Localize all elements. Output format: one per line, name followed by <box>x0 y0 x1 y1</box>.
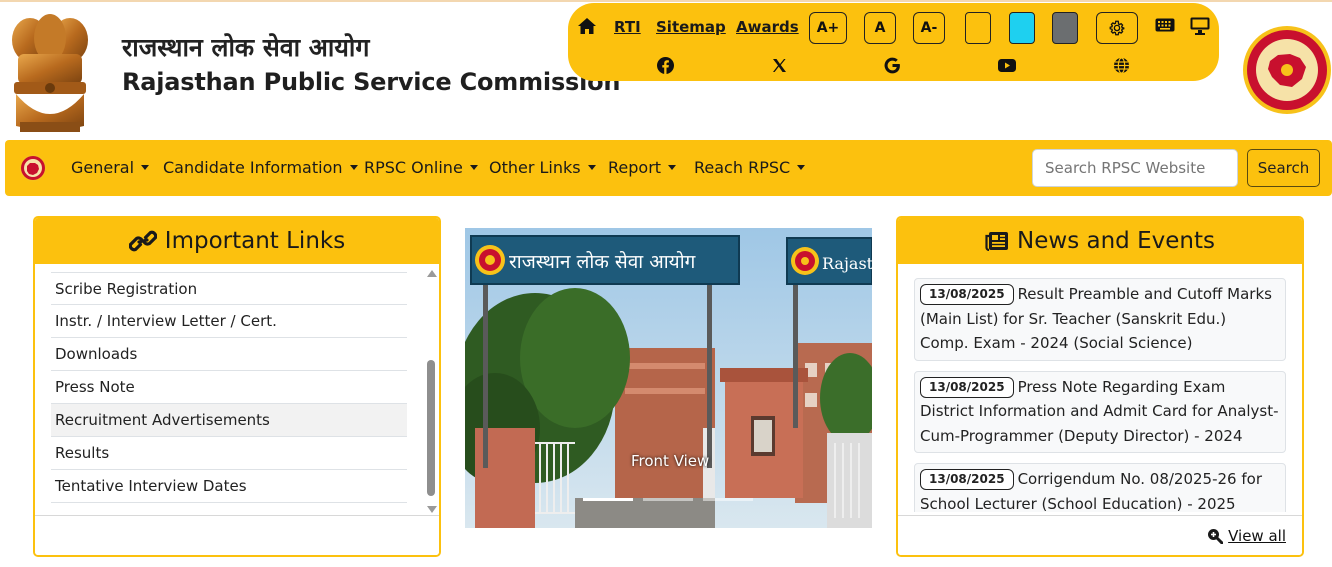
important-link-item[interactable]: Downloads <box>51 338 407 371</box>
font-reset-button[interactable]: A <box>864 12 896 44</box>
nav-candidate-information[interactable]: Candidate Information <box>163 158 358 177</box>
link-icon <box>128 230 157 252</box>
rpsc-seal-logo <box>1243 26 1331 114</box>
slider-caption: Front View <box>631 452 710 470</box>
sign-text-english: Rajasthan <box>822 254 872 273</box>
image-slider[interactable]: राजस्थान लोक सेवा आयोग Rajasthan Front V… <box>465 228 872 528</box>
news-events-title: News and Events <box>1017 228 1215 254</box>
chevron-down-icon <box>797 165 806 170</box>
search-button[interactable]: Search <box>1247 149 1320 187</box>
search-plus-icon <box>1208 529 1224 544</box>
slider-indicators[interactable] <box>583 498 753 501</box>
important-links-header: Important Links <box>35 218 439 264</box>
nav-report[interactable]: Report <box>608 158 677 177</box>
nav-report-label: Report <box>608 158 662 177</box>
national-emblem-logo <box>12 14 88 132</box>
news-date-badge: 13/08/2025 <box>920 376 1014 398</box>
important-link-item[interactable]: Instr. / Interview Letter / Cert. <box>51 305 407 338</box>
chevron-down-icon <box>587 165 596 170</box>
important-links-footer <box>35 515 439 555</box>
news-list: 13/08/2025 Result Preamble and Cutoff Mar… <box>914 278 1286 512</box>
news-item[interactable]: 13/08/2025 Result Preamble and Cutoff Mar… <box>914 278 1286 361</box>
scroll-down-arrow[interactable] <box>427 506 437 513</box>
site-title-hindi: राजस्थान लोक सेवा आयोग <box>122 33 370 62</box>
news-item[interactable]: 13/08/2025 Press Note Regarding Exam Dist… <box>914 370 1286 453</box>
theme-gray-swatch[interactable] <box>1052 12 1078 44</box>
site-title-english: Rajasthan Public Service Commission <box>122 68 621 96</box>
news-date-badge: 13/08/2025 <box>920 469 1014 490</box>
important-link-item[interactable]: Scribe Registration <box>51 272 407 305</box>
rti-link[interactable]: RTI <box>614 18 641 36</box>
important-links-title: Important Links <box>164 228 346 254</box>
rpsc-building-photo: राजस्थान लोक सेवा आयोग Rajasthan <box>465 228 872 528</box>
main-navbar: General Candidate Information RPSC Onlin… <box>5 140 1332 196</box>
sitemap-link[interactable]: Sitemap <box>656 18 726 36</box>
news-events-footer: View all <box>898 515 1302 555</box>
important-link-item[interactable]: Press Note <box>51 371 407 404</box>
news-date-badge: 13/08/2025 <box>920 284 1014 305</box>
chevron-down-icon <box>141 165 150 170</box>
chevron-down-icon <box>349 165 358 170</box>
news-events-card: News and Events 13/08/2025 Result Preambl… <box>896 216 1304 557</box>
important-link-item[interactable]: Tentative Interview Dates <box>51 470 407 503</box>
monitor-icon[interactable] <box>1190 17 1210 35</box>
nav-reach-rpsc-label: Reach RPSC <box>694 158 791 177</box>
view-all-link[interactable]: View all <box>1207 527 1286 545</box>
sign-text-hindi: राजस्थान लोक सेवा आयोग <box>509 250 696 273</box>
nav-general-label: General <box>71 158 135 177</box>
x-icon[interactable] <box>772 58 787 73</box>
search-input[interactable] <box>1032 149 1238 187</box>
nav-rpsc-online-label: RPSC Online <box>364 158 463 177</box>
nav-other-links-label: Other Links <box>489 158 581 177</box>
important-links-card: Important Links Scribe Registration Inst… <box>33 216 441 557</box>
keyboard-icon[interactable] <box>1155 18 1175 32</box>
theme-yellow-swatch[interactable] <box>965 12 991 44</box>
news-item[interactable]: 13/08/2025 Corrigendum No. 08/2025-26 for… <box>914 463 1286 512</box>
awards-link[interactable]: Awards <box>736 18 799 36</box>
google-icon[interactable] <box>884 57 901 74</box>
nav-reach-rpsc[interactable]: Reach RPSC <box>694 158 806 177</box>
chevron-down-icon <box>668 165 677 170</box>
nav-rpsc-online[interactable]: RPSC Online <box>364 158 478 177</box>
accessibility-toolbar: RTI Sitemap Awards A+ A A- <box>568 3 1219 81</box>
newspaper-icon <box>985 232 1009 251</box>
nav-other-links[interactable]: Other Links <box>489 158 596 177</box>
nav-general[interactable]: General <box>71 158 150 177</box>
important-links-list: Scribe Registration Instr. / Interview L… <box>51 272 407 503</box>
top-accent-line <box>0 0 1332 2</box>
important-link-item[interactable]: Results <box>51 437 407 470</box>
nav-logo-icon[interactable] <box>19 154 47 182</box>
scrollbar-thumb[interactable] <box>427 360 435 496</box>
nav-candidate-information-label: Candidate Information <box>163 158 343 177</box>
gear-icon <box>1109 20 1125 36</box>
font-decrease-button[interactable]: A- <box>913 12 945 44</box>
settings-button[interactable] <box>1096 12 1138 44</box>
facebook-icon[interactable] <box>657 57 674 74</box>
globe-icon[interactable] <box>1113 57 1130 74</box>
theme-cyan-swatch[interactable] <box>1009 12 1035 44</box>
youtube-icon[interactable] <box>998 59 1016 72</box>
view-all-label: View all <box>1228 527 1286 545</box>
news-events-header: News and Events <box>898 218 1302 264</box>
important-link-item[interactable]: Recruitment Advertisements <box>51 404 407 437</box>
home-icon[interactable] <box>577 17 597 35</box>
font-increase-button[interactable]: A+ <box>809 12 847 44</box>
scroll-up-arrow[interactable] <box>427 270 437 277</box>
chevron-down-icon <box>469 165 478 170</box>
